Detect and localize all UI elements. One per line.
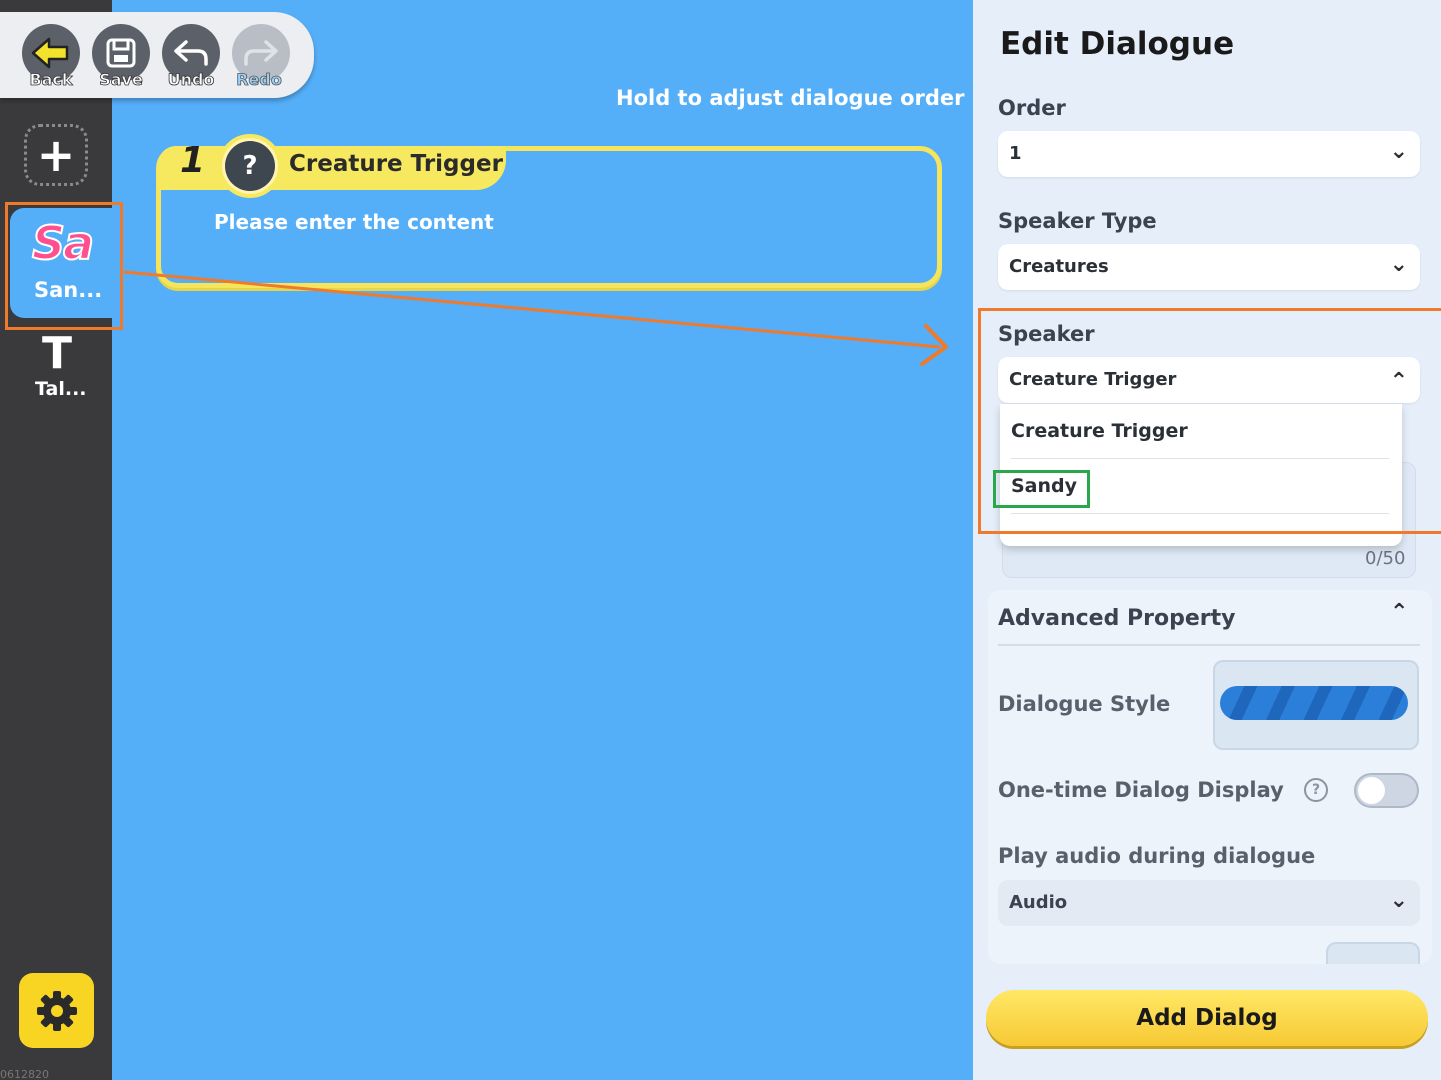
annotation-arrow — [123, 270, 948, 366]
